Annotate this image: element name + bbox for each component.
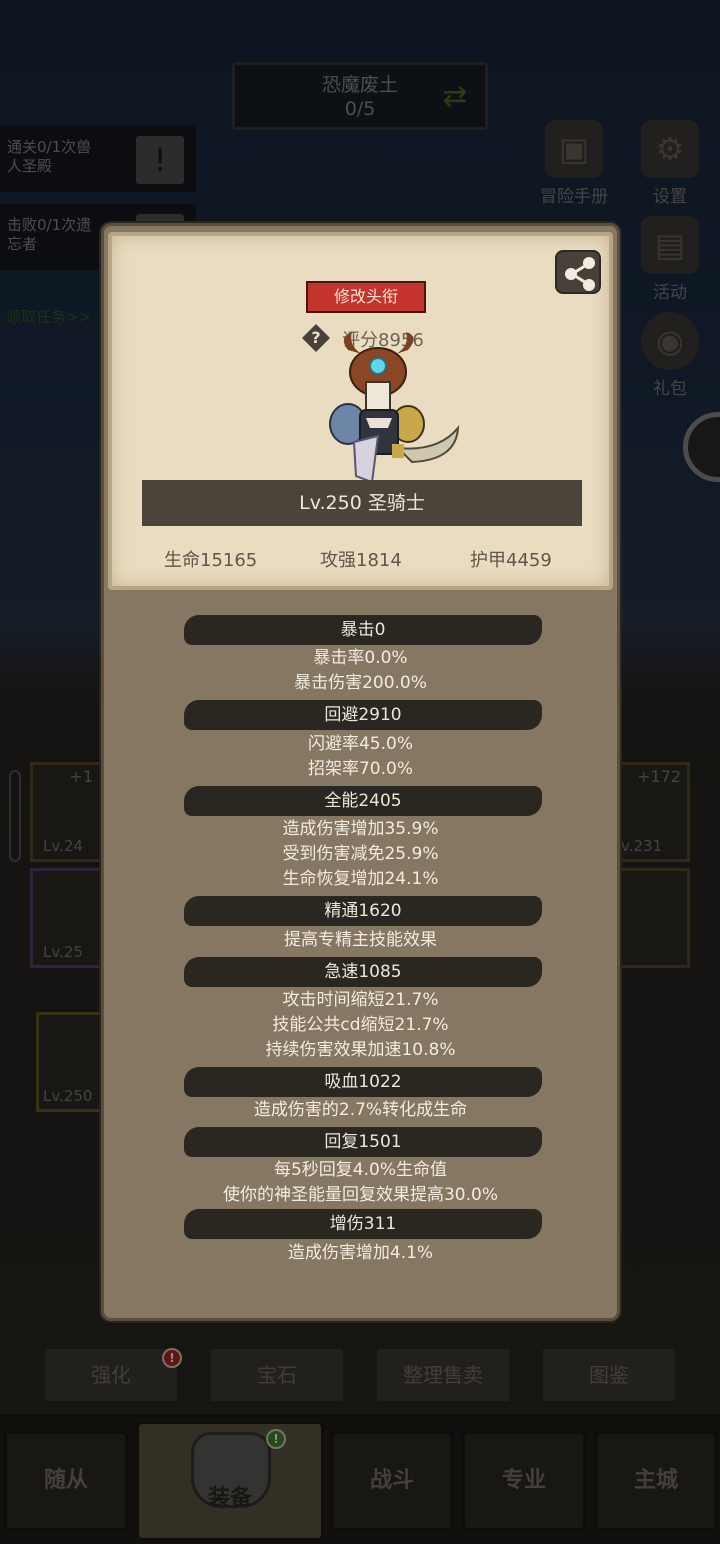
refresh-icon[interactable]: ⇄ [439,81,471,113]
gift-pack-button[interactable]: ◉ 礼包 [630,312,710,399]
settings-button[interactable]: ⚙ 设置 [630,120,710,207]
paladin-character-sprite [329,332,460,484]
level-class-banner: Lv.250 圣骑士 [142,480,582,526]
gift-icon: ◉ [641,312,699,370]
edit-title-button[interactable]: 修改头衔 [306,281,426,313]
attribute-detail: 造成伤害增加4.1% [287,1243,434,1263]
side-menu-label: 礼包 [653,379,687,399]
attribute-detail: 造成伤害增加35.9% [282,819,439,839]
tab-profession[interactable]: 专业 [462,1431,586,1531]
enhance-level: +1 [69,767,93,786]
character-card: 修改头衔 ? 评分8956 Lv.250 圣骑士 生命15165 攻强1814 … [108,232,613,590]
side-menu-label: 设置 [653,187,687,207]
quest-text: 人圣殿 [7,157,53,175]
attribute-detail: 提高专精主技能效果 [284,930,437,950]
item-level: v.231 [621,837,663,855]
scroll-indicator[interactable] [9,770,21,862]
share-icon [565,257,595,291]
zone-selector[interactable]: 恐魔废土 0/5 ⇄ [232,62,488,130]
quest-item[interactable]: 通关0/1次兽 人圣殿 ! [0,126,196,192]
attribute-detail: 受到伤害减免25.9% [282,844,439,864]
claim-quest-link[interactable]: 领取任务>> [6,306,91,327]
sort-sell-button[interactable]: 整理售卖 [374,1346,512,1404]
attribute-detail: 暴击伤害200.0% [294,673,427,693]
attribute-detail: 闪避率45.0% [307,734,413,754]
attribute-header: 吸血1022 [184,1067,542,1097]
attribute-detail: 持续伤害效果加速10.8% [265,1040,456,1060]
calendar-icon: ▤ [641,216,699,274]
item-level: Lv.250 [43,1087,93,1105]
equipment-slot[interactable]: +172 v.231 [618,762,690,862]
share-button[interactable] [555,250,601,294]
attribute-detail: 技能公共cd缩短21.7% [272,1015,449,1035]
attribute-detail: 生命恢复增加24.1% [282,869,439,889]
side-menu-label: 冒险手册 [540,187,608,207]
attack-stat: 攻强1814 [320,550,402,571]
zone-name: 恐魔废土 [321,74,398,96]
armor-stat: 护甲4459 [470,550,552,571]
adventure-handbook-button[interactable]: ▣ 冒险手册 [534,120,614,207]
action-buttons: 强化 ! 宝石 整理售卖 图鉴 [0,1346,720,1404]
attribute-detail: 每5秒回复4.0%生命值 [273,1160,447,1180]
attribute-header: 暴击0 [184,615,542,645]
alert-badge: ! [162,1348,182,1368]
gear-icon: ⚙ [641,120,699,178]
attribute-header: 急速1085 [184,957,542,987]
attribute-header: 回避2910 [184,700,542,730]
attribute-header: 增伤311 [184,1209,542,1239]
round-action-button[interactable] [683,412,720,482]
bottom-navigation: 随从 装备 ! 战斗 专业 主城 [0,1414,720,1544]
tab-main-city[interactable]: 主城 [594,1431,718,1531]
equipment-slot[interactable]: +1 Lv.24 [30,762,102,862]
events-button[interactable]: ▤ 活动 [630,216,710,303]
equipment-slot[interactable]: Lv.25 [30,868,102,968]
tab-battle[interactable]: 战斗 [330,1431,454,1531]
zone-progress: 0/5 [344,98,376,120]
equipment-slot[interactable] [618,868,690,968]
gem-button[interactable]: 宝石 [208,1346,346,1404]
quest-text: 通关0/1次兽 [7,138,92,156]
hp-stat: 生命15165 [164,550,258,571]
codex-button[interactable]: 图鉴 [540,1346,678,1404]
exclamation-icon: ! [136,136,184,184]
alert-badge: ! [266,1429,286,1449]
attribute-header: 精通1620 [184,896,542,926]
item-level: Lv.25 [43,943,83,961]
item-level: Lv.24 [43,837,83,855]
enhance-level: +172 [637,767,681,786]
attribute-detail: 使你的神圣能量回复效果提高30.0% [222,1185,498,1205]
attribute-header: 全能2405 [184,786,542,816]
armor-icon [191,1432,271,1508]
attribute-header: 回复1501 [184,1127,542,1157]
attribute-detail: 招架率70.0% [307,759,413,779]
book-icon: ▣ [545,120,603,178]
character-stats-panel: 修改头衔 ? 评分8956 Lv.250 圣骑士 生命15165 攻强1814 … [101,223,620,1321]
attribute-detail: 造成伤害的2.7%转化成生命 [253,1100,468,1120]
tab-followers[interactable]: 随从 [4,1431,128,1531]
base-stats: 生命15165 攻强1814 护甲4459 [112,546,609,572]
tab-label: 装备 [207,1486,252,1511]
attribute-detail: 攻击时间缩短21.7% [282,990,439,1010]
weapon-slot[interactable]: Lv.250 [36,1012,102,1112]
side-menu-label: 活动 [653,283,687,303]
attribute-detail: 暴击率0.0% [313,648,408,668]
tab-equipment[interactable]: 装备 [136,1421,324,1541]
enhance-button[interactable]: 强化 [42,1346,180,1404]
